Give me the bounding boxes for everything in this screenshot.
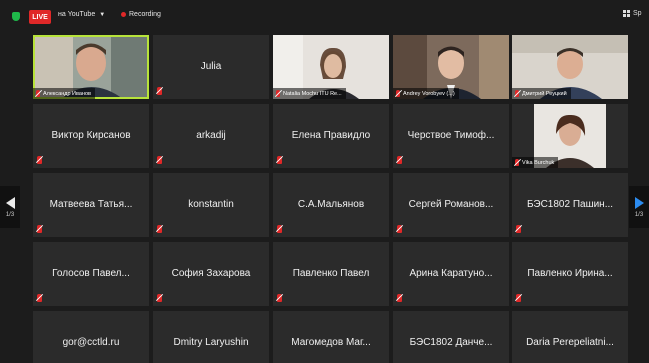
- participant-name: Черствое Тимоф...: [407, 130, 495, 141]
- participant-name: Арина Каратуно...: [409, 268, 493, 279]
- participant-name: Голосов Павел...: [52, 268, 130, 279]
- video-tile[interactable]: Andrey Vorobyev (...): [393, 35, 509, 99]
- recording-dot-icon: [121, 12, 126, 17]
- muted-microphone-icon: [157, 294, 162, 302]
- participant-tile[interactable]: София Захарова: [153, 242, 269, 306]
- recording-label: Recording: [129, 11, 161, 18]
- participant-tile[interactable]: Daria Perepeliatni...: [512, 311, 628, 363]
- chevron-down-icon: ▼: [99, 11, 106, 18]
- video-tile[interactable]: Александр Иванов: [33, 35, 149, 99]
- muted-microphone-icon: [397, 294, 402, 302]
- participant-name: София Захарова: [171, 268, 251, 279]
- participant-name: Julia: [200, 61, 222, 72]
- participant-name: БЭС1802 Данче...: [409, 337, 493, 348]
- participant-tile[interactable]: Julia: [153, 35, 269, 99]
- live-stream-target-label: на YouTube: [58, 11, 96, 18]
- muted-microphone-icon: [157, 156, 162, 164]
- arrow-left-icon: [5, 196, 15, 209]
- muted-microphone-icon: [37, 156, 42, 164]
- participant-tile[interactable]: БЭС1802 Данче...: [393, 311, 509, 363]
- view-switch-button[interactable]: Sp: [623, 10, 649, 17]
- participant-tile[interactable]: arkadij: [153, 104, 269, 168]
- participant-tile[interactable]: Матвеева Татья...: [33, 173, 149, 237]
- muted-microphone-icon: [516, 294, 521, 302]
- participant-tile[interactable]: Dmitry Laryushin: [153, 311, 269, 363]
- muted-microphone-icon: [37, 294, 42, 302]
- video-tile[interactable]: Natalia Mochu ITU Re...: [273, 35, 389, 99]
- participant-tile[interactable]: Голосов Павел...: [33, 242, 149, 306]
- muted-microphone-icon: [397, 225, 402, 233]
- muted-microphone-icon: [36, 90, 40, 97]
- participant-name: konstantin: [188, 199, 234, 210]
- participant-tile[interactable]: Елена Правидло: [273, 104, 389, 168]
- meeting-top-bar: LIVE на YouTube ▼ Recording Sp: [0, 0, 649, 30]
- muted-microphone-icon: [397, 156, 402, 164]
- live-badge[interactable]: LIVE: [29, 10, 51, 24]
- grid-view-icon: [623, 10, 630, 17]
- participant-tile[interactable]: Павленко Павел: [273, 242, 389, 306]
- participant-tile[interactable]: Магомедов Маг...: [273, 311, 389, 363]
- muted-microphone-icon: [515, 159, 519, 166]
- participant-name: Матвеева Татья...: [49, 199, 133, 210]
- participant-name: Виктор Кирсанов: [51, 130, 131, 141]
- participant-tile[interactable]: Черствое Тимоф...: [393, 104, 509, 168]
- security-shield-icon[interactable]: [12, 12, 20, 21]
- muted-microphone-icon: [277, 156, 282, 164]
- muted-microphone-icon: [157, 87, 162, 95]
- muted-microphone-icon: [277, 225, 282, 233]
- view-switch-label: Sp: [633, 10, 642, 17]
- muted-microphone-icon: [276, 90, 280, 97]
- participant-name: С.А.Мальянов: [297, 199, 365, 210]
- participant-name: Павленко Ирина...: [527, 268, 613, 279]
- participant-name: arkadij: [196, 130, 226, 141]
- page-indicator: 1/3: [5, 211, 15, 218]
- participant-name: Сергей Романов...: [408, 199, 494, 210]
- participant-name: gor@cctld.ru: [62, 337, 120, 348]
- participant-name-label: Andrey Vorobyev (...): [393, 88, 459, 99]
- participant-tile[interactable]: Виктор Кирсанов: [33, 104, 149, 168]
- recording-indicator[interactable]: Recording: [121, 11, 161, 18]
- page-indicator: 1/3: [634, 211, 644, 218]
- participant-tile[interactable]: konstantin: [153, 173, 269, 237]
- video-tile[interactable]: Vika Burchuk: [512, 104, 628, 168]
- muted-microphone-icon: [396, 90, 400, 97]
- participant-name: Dmitry Laryushin: [173, 337, 249, 348]
- participant-tile[interactable]: С.А.Мальянов: [273, 173, 389, 237]
- muted-microphone-icon: [277, 294, 282, 302]
- participant-name-label: Александр Иванов: [33, 88, 95, 99]
- muted-microphone-icon: [515, 90, 519, 97]
- participant-name: Павленко Павел: [292, 268, 370, 279]
- participant-name: Елена Правидло: [291, 130, 371, 141]
- next-page-button[interactable]: 1/3: [629, 186, 649, 228]
- participant-tile[interactable]: БЭС1802 Пашин...: [512, 173, 628, 237]
- video-tile[interactable]: Дмитрий Реуцкий: [512, 35, 628, 99]
- participant-name: Daria Perepeliatni...: [526, 337, 614, 348]
- live-stream-target[interactable]: на YouTube ▼: [58, 11, 105, 18]
- muted-microphone-icon: [516, 225, 521, 233]
- participant-tile[interactable]: gor@cctld.ru: [33, 311, 149, 363]
- participant-tile[interactable]: Сергей Романов...: [393, 173, 509, 237]
- participant-name: БЭС1802 Пашин...: [526, 199, 614, 210]
- previous-page-button[interactable]: 1/3: [0, 186, 20, 228]
- muted-microphone-icon: [157, 225, 162, 233]
- arrow-right-icon: [634, 196, 644, 209]
- muted-microphone-icon: [37, 225, 42, 233]
- participant-tile[interactable]: Павленко Ирина...: [512, 242, 628, 306]
- participant-name: Магомедов Маг...: [291, 337, 371, 348]
- participant-name-label: Natalia Mochu ITU Re...: [273, 88, 346, 99]
- participant-tile[interactable]: Арина Каратуно...: [393, 242, 509, 306]
